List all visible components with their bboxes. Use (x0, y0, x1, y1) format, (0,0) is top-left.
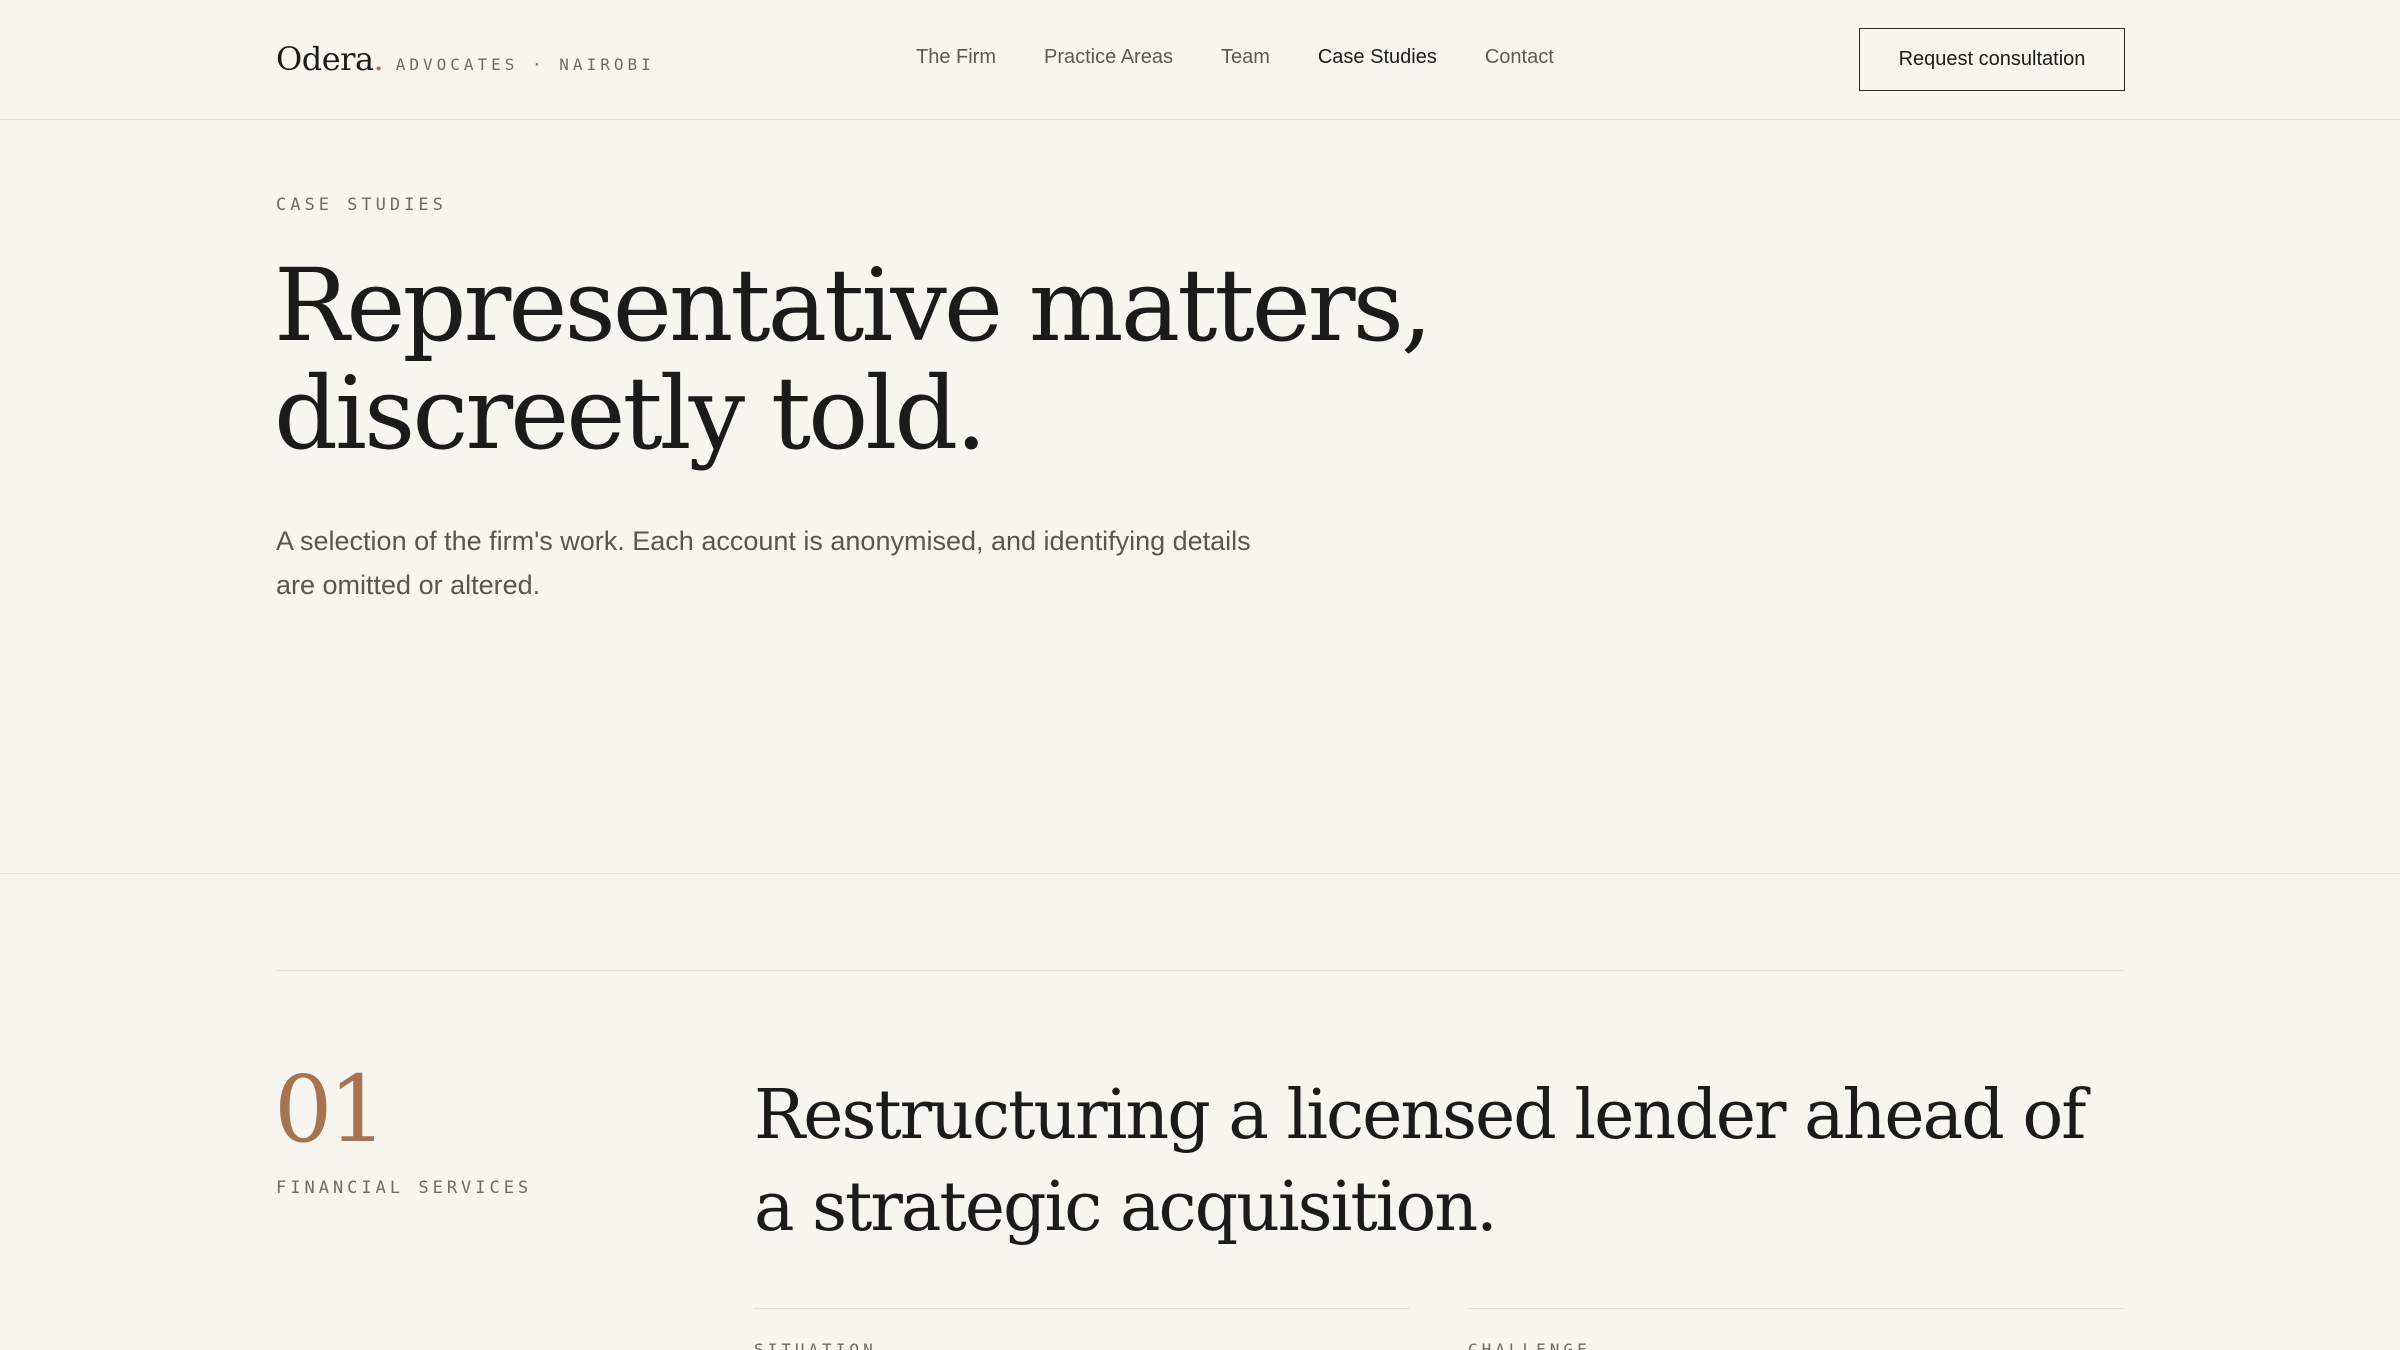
brand-dot: . (373, 40, 384, 78)
case-number: 01 (274, 1056, 387, 1163)
situation-label: SITUATION (754, 1340, 877, 1350)
case-sector: FINANCIAL SERVICES (276, 1178, 533, 1198)
brand-logo[interactable]: Odera. ADVOCATES · NAIROBI (276, 40, 655, 80)
site-header: Odera. ADVOCATES · NAIROBI The Firm Prac… (0, 0, 2400, 120)
case-title: Restructuring a licensed lender ahead of… (754, 1076, 2086, 1247)
nav-item-the-firm[interactable]: The Firm (916, 46, 996, 69)
hero-eyebrow: CASE STUDIES (276, 195, 447, 215)
hero-section (0, 121, 2400, 874)
nav-item-contact[interactable]: Contact (1485, 46, 1554, 69)
case-divider (276, 970, 2124, 971)
nav-item-case-studies[interactable]: Case Studies (1318, 46, 1437, 69)
main-nav: The Firm Practice Areas Team Case Studie… (916, 46, 1602, 69)
nav-item-practice-areas[interactable]: Practice Areas (1044, 46, 1173, 69)
page-title-line-1: Representative matters, (274, 247, 1433, 364)
page-title-line-2: discreetly told. (274, 355, 987, 472)
situation-rule (754, 1308, 1410, 1309)
page-title: Representative matters, discreetly told. (274, 252, 1574, 468)
brand-name: Odera (276, 40, 374, 78)
challenge-label: CHALLENGE (1468, 1340, 1591, 1350)
hero-lede: A selection of the firm's work. Each acc… (276, 526, 1251, 600)
request-consultation-button[interactable]: Request consultation (1859, 28, 2125, 91)
challenge-rule (1468, 1308, 2124, 1309)
brand-tagline: ADVOCATES · NAIROBI (395, 55, 655, 74)
nav-item-team[interactable]: Team (1221, 46, 1270, 69)
